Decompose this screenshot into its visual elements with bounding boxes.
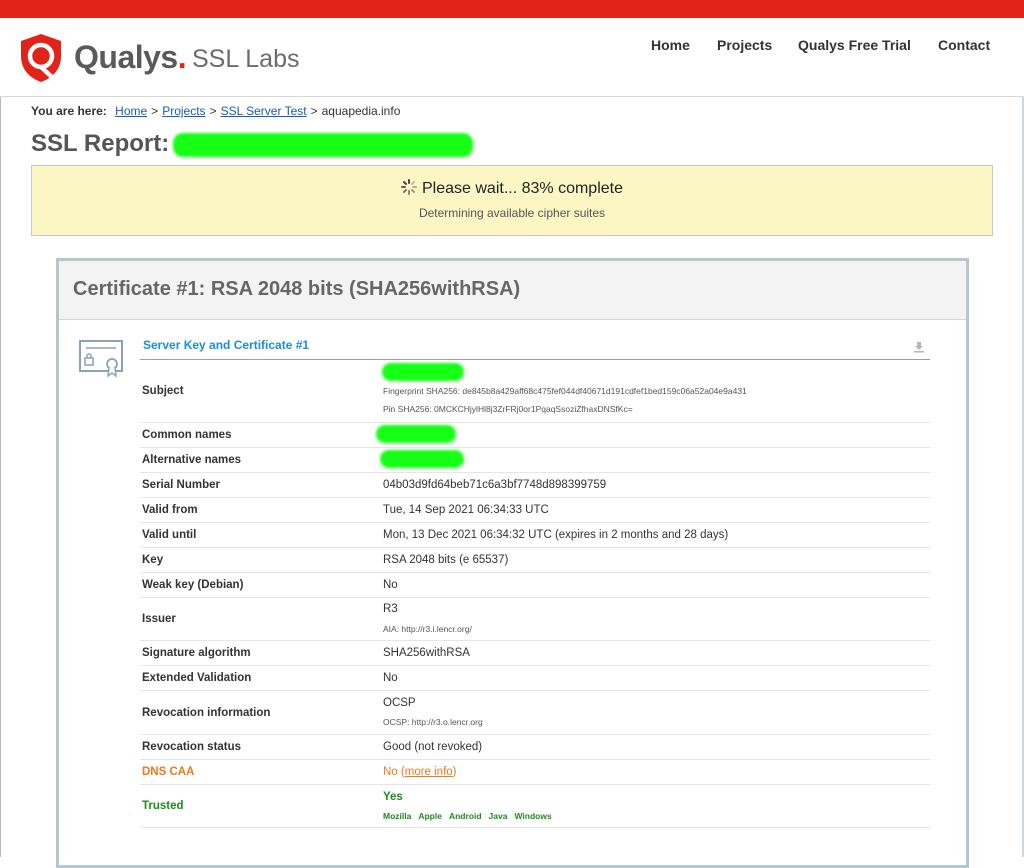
breadcrumb-separator: > — [209, 104, 217, 118]
row-label: Valid until — [142, 529, 197, 541]
trust-stores: Mozilla Apple Android Java Windows — [383, 811, 559, 821]
row-revocation-status: Revocation status Good (not revoked) — [140, 735, 930, 760]
trust-store-android: Android — [448, 811, 482, 821]
row-issuer: Issuer R3 AIA: http://r3.i.lencr.org/ — [140, 598, 930, 641]
row-value: R3 — [383, 603, 398, 615]
row-value: Mon, 13 Dec 2021 06:34:32 UTC (expires i… — [383, 529, 729, 541]
qualys-logo-text[interactable]: Qualys. — [74, 39, 187, 76]
brand-top-bar — [0, 0, 1024, 18]
row-valid-until: Valid until Mon, 13 Dec 2021 06:34:32 UT… — [140, 523, 930, 548]
download-icon[interactable] — [913, 341, 925, 353]
breadcrumb-separator: > — [310, 104, 318, 118]
progress-substatus: Determining available cipher suites — [418, 206, 606, 220]
row-label: Extended Validation — [142, 672, 252, 684]
nav-contact[interactable]: Contact — [938, 37, 990, 53]
row-value: OCSP — [383, 697, 416, 709]
row-value: 04b03d9fd64beb71c6a3bf7748d898399759 — [383, 479, 607, 491]
row-alternative-names: Alternative names — [140, 448, 930, 473]
row-subject: Subject Fingerprint SHA256: de845b8a429a… — [140, 361, 930, 423]
row-label: DNS CAA — [142, 766, 195, 778]
row-revocation-information: Revocation information OCSP OCSP: http:/… — [140, 691, 930, 735]
row-value: No — [383, 672, 398, 684]
row-subvalue: AIA: http://r3.i.lencr.org/ — [383, 624, 472, 634]
row-label: Signature algorithm — [142, 647, 251, 659]
row-trusted: Trusted Yes Mozilla Apple Android Java Windo… — [140, 785, 930, 828]
certificate-header: Certificate #1: RSA 2048 bits (SHA256wit… — [59, 261, 966, 320]
section-divider — [140, 359, 930, 360]
row-label: Weak key (Debian) — [142, 579, 244, 591]
fingerprint-sha256: Fingerprint SHA256: de845b8a429aff68c475… — [383, 386, 747, 396]
trust-store-apple: Apple — [418, 811, 442, 821]
window-left-border — [0, 0, 1, 857]
progress-panel: Please wait... 83% complete Determining … — [31, 165, 993, 236]
nav-qualys-free-trial[interactable]: Qualys Free Trial — [798, 37, 911, 53]
redacted-common-names — [376, 425, 456, 443]
row-label: Trusted — [142, 800, 184, 812]
row-label: Alternative names — [142, 454, 242, 466]
row-value: RSA 2048 bits (e 65537) — [383, 554, 509, 566]
nav-projects[interactable]: Projects — [717, 37, 772, 53]
row-value: No (more info) — [383, 766, 457, 778]
row-label: Revocation status — [142, 741, 242, 753]
breadcrumb: You are here: Home > Projects > SSL Server T… — [31, 104, 400, 118]
row-subvalue: OCSP: http://r3.o.lencr.org — [383, 717, 483, 727]
breadcrumb-ssl-server-test-link[interactable]: SSL Server Test — [221, 104, 307, 118]
row-value: Tue, 14 Sep 2021 06:34:33 UTC — [383, 504, 549, 516]
row-valid-from: Valid from Tue, 14 Sep 2021 06:34:33 UTC — [140, 498, 930, 523]
row-value: Yes — [383, 791, 403, 803]
row-label: Common names — [142, 429, 232, 441]
row-label: Key — [142, 554, 164, 566]
trust-store-java: Java — [488, 811, 508, 821]
certificate-icon — [79, 340, 123, 378]
breadcrumb-separator: > — [151, 104, 159, 118]
row-value: No — [383, 579, 398, 591]
row-value: SHA256withRSA — [383, 647, 470, 659]
redacted-hostname — [173, 133, 473, 157]
row-label: Revocation information — [142, 707, 271, 719]
breadcrumb-projects-link[interactable]: Projects — [162, 104, 205, 118]
row-label: Valid from — [142, 504, 198, 516]
loading-spinner-icon — [401, 179, 417, 195]
qualys-shield-icon[interactable] — [18, 32, 64, 84]
certificate-title: Certificate #1: RSA 2048 bits (SHA256wit… — [73, 278, 521, 300]
breadcrumb-label: You are here: — [31, 104, 107, 118]
row-serial-number: Serial Number 04b03d9fd64beb71c6a3bf7748… — [140, 473, 930, 498]
nav-home[interactable]: Home — [651, 37, 690, 53]
row-key: Key RSA 2048 bits (e 65537) — [140, 548, 930, 573]
section-title-server-key: Server Key and Certificate #1 — [143, 338, 310, 352]
progress-text: Please wait... 83% complete — [422, 180, 623, 197]
row-signature-algorithm: Signature algorithm SHA256withRSA — [140, 641, 930, 666]
site-header: Qualys. SSL Labs Home Projects Qualys Fr… — [0, 18, 1024, 97]
redacted-subject — [382, 363, 464, 381]
ssl-labs-logo-text[interactable]: SSL Labs — [192, 45, 299, 74]
row-common-names: Common names — [140, 423, 930, 448]
progress-status: Please wait... 83% complete — [32, 179, 992, 198]
breadcrumb-current: aquapedia.info — [321, 104, 401, 118]
row-weak-key: Weak key (Debian) No — [140, 573, 930, 598]
trust-store-mozilla: Mozilla — [383, 811, 412, 821]
row-extended-validation: Extended Validation No — [140, 666, 930, 691]
dns-caa-more-info-link[interactable]: more info — [405, 766, 453, 778]
row-label: Issuer — [142, 613, 176, 625]
trust-store-windows: Windows — [514, 811, 552, 821]
redacted-alternative-names — [380, 450, 464, 468]
row-value: Good (not revoked) — [383, 741, 483, 753]
page-title: SSL Report: — [31, 130, 170, 157]
pin-sha256: Pin SHA256: 0MCKCHjylHl8j3ZrFRj0or1PqaqS… — [383, 404, 633, 414]
row-dns-caa: DNS CAA No (more info) — [140, 760, 930, 785]
breadcrumb-home-link[interactable]: Home — [115, 104, 147, 118]
row-label: Serial Number — [142, 479, 220, 491]
row-label: Subject — [142, 385, 184, 397]
